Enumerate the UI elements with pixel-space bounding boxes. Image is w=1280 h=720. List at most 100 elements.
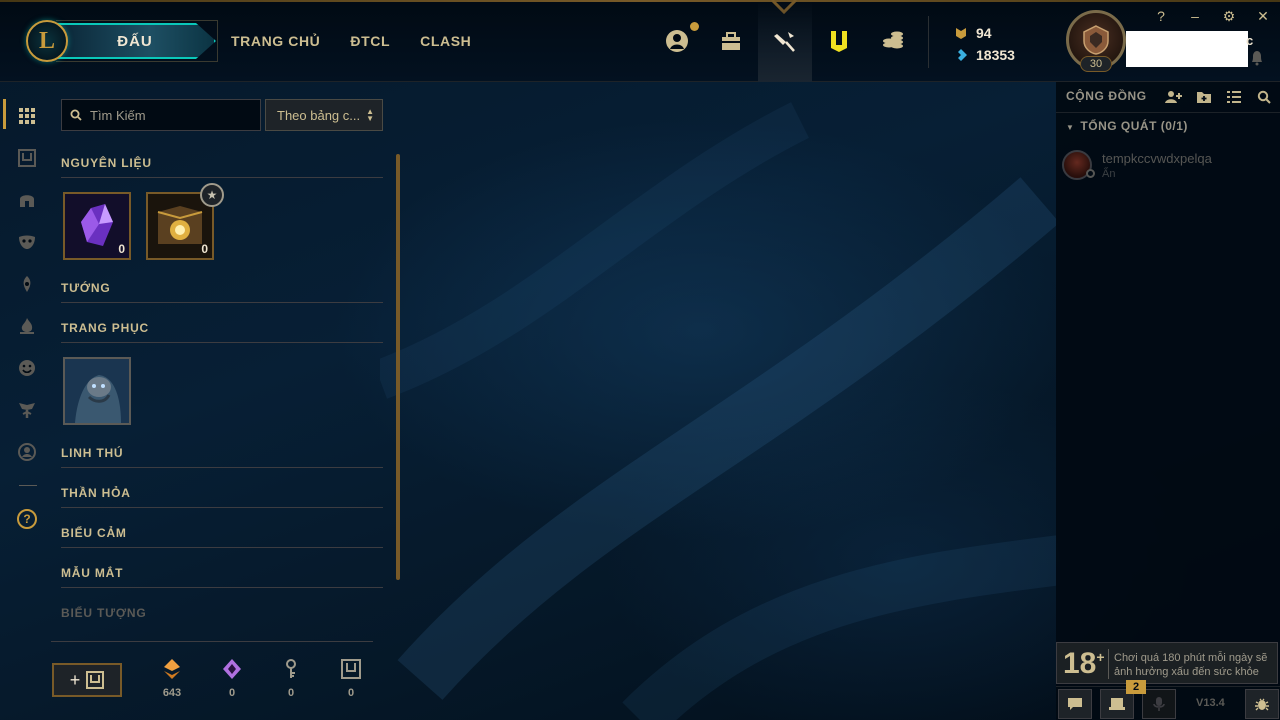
collection-bag-button[interactable] xyxy=(704,0,758,82)
section-materials[interactable]: NGUYÊN LIỆU xyxy=(61,156,383,178)
play-button[interactable]: ĐẤU xyxy=(56,23,216,59)
chest-icon xyxy=(86,671,105,689)
nav-tft[interactable]: ĐTCL xyxy=(350,33,390,49)
chest-icon xyxy=(18,149,36,167)
collapse-triangle-icon: ▼ xyxy=(1066,123,1075,132)
rail-skins[interactable] xyxy=(0,221,54,263)
section-wards[interactable]: THẦN HỎA xyxy=(61,486,383,508)
skin-mask-icon xyxy=(19,235,35,249)
mythic-essence-value: 0 xyxy=(228,687,236,699)
close-button[interactable]: ✕ xyxy=(1252,6,1274,26)
rail-grid[interactable] xyxy=(0,95,54,137)
material-count: 0 xyxy=(118,242,125,256)
microphone-icon xyxy=(1153,697,1165,711)
store-button[interactable] xyxy=(866,0,920,82)
add-folder-button[interactable] xyxy=(1194,88,1214,106)
rp-row: 94 xyxy=(954,22,1015,44)
blue-essence-value: 18353 xyxy=(976,47,1015,63)
profile-nav-button[interactable] xyxy=(650,0,704,82)
chests-value: 0 xyxy=(347,687,355,699)
footer-divider xyxy=(51,641,373,642)
section-chromas[interactable]: MẪU MẮT xyxy=(61,566,383,588)
rp-value: 94 xyxy=(976,25,992,41)
store-coins-icon xyxy=(883,31,903,49)
friend-status-text: Ẩn xyxy=(1102,168,1116,180)
search-icon xyxy=(70,109,82,121)
sort-label: Theo bảng c... xyxy=(277,107,361,123)
loot-hammer-icon xyxy=(774,32,795,52)
sort-dropdown[interactable]: Theo bảng c... ▲ ▼ xyxy=(265,99,383,131)
play-button-group[interactable]: L ĐẤU xyxy=(26,20,218,62)
skin-tile[interactable] xyxy=(63,357,131,425)
voice-button[interactable] xyxy=(1142,689,1176,719)
champion-helmet-icon xyxy=(20,195,34,207)
riot-points-icon xyxy=(956,28,966,39)
section-icons[interactable]: BIỂU TƯỢNG xyxy=(61,606,383,628)
collection-button[interactable] xyxy=(812,0,866,82)
rail-divider xyxy=(19,485,37,486)
top-nav-bar: L ĐẤU TRANG CHỦ ĐTCL CLASH 94 18353 30 c… xyxy=(0,0,1280,82)
rail-emote-flame[interactable] xyxy=(0,305,54,347)
chest-icon xyxy=(341,659,361,679)
mythic-essence-icon xyxy=(223,659,241,679)
collection-category-rail: ? xyxy=(0,95,54,540)
play-button-label: ĐẤU xyxy=(117,32,153,50)
loot-button[interactable] xyxy=(758,0,812,82)
rail-icons[interactable] xyxy=(0,431,54,473)
bell-icon[interactable] xyxy=(1250,50,1264,66)
help-icon: ? xyxy=(17,509,37,529)
add-friend-icon xyxy=(1165,91,1182,103)
rail-champions[interactable] xyxy=(0,179,54,221)
section-champions[interactable]: TƯỚNG xyxy=(61,281,383,303)
missions-count-badge: 2 xyxy=(1126,680,1146,694)
social-panel: CỘNG ĐỒNG ▼ TỔNG QUÁT (0/1) tempkccvwdxp… xyxy=(1056,82,1280,720)
ward-icon xyxy=(23,276,31,292)
add-to-crafting-button[interactable]: + xyxy=(52,663,122,697)
emote-face-icon xyxy=(19,360,35,376)
currency-display[interactable]: 94 18353 xyxy=(954,22,1015,66)
search-icon xyxy=(1257,90,1271,104)
section-pets[interactable]: LINH THÚ xyxy=(61,446,383,468)
friend-group-header[interactable]: ▼ TỔNG QUÁT (0/1) xyxy=(1066,119,1188,133)
search-input[interactable] xyxy=(90,107,250,123)
resource-keys: 0 xyxy=(271,658,311,699)
scrollbar[interactable] xyxy=(396,154,400,580)
rail-chest[interactable] xyxy=(0,137,54,179)
search-box[interactable] xyxy=(61,99,261,131)
social-toolbar xyxy=(1164,88,1274,106)
profile-circle-icon xyxy=(18,443,36,461)
skin-portrait-icon xyxy=(65,359,129,423)
client-version: V13.4 xyxy=(1196,697,1225,709)
settings-button[interactable]: ⚙ xyxy=(1218,6,1240,26)
rail-companions[interactable] xyxy=(0,389,54,431)
list-icon xyxy=(1227,91,1241,103)
social-search-button[interactable] xyxy=(1254,88,1274,106)
emote-flame-icon xyxy=(20,318,34,334)
material-mythic-essence[interactable]: 0 xyxy=(63,192,131,260)
social-header: CỘNG ĐỒNG xyxy=(1066,89,1147,103)
add-folder-icon xyxy=(1197,92,1211,103)
help-button[interactable]: ? xyxy=(1150,6,1172,26)
minimize-button[interactable]: – xyxy=(1184,6,1206,26)
social-bottom-bar xyxy=(1056,686,1280,720)
notification-dot xyxy=(690,22,699,31)
resource-orange-essence: 643 xyxy=(152,658,192,699)
orange-essence-icon xyxy=(164,659,180,679)
friend-item[interactable]: tempkccvwdxpelqa Ẩn xyxy=(1062,150,1274,184)
lol-logo-icon[interactable]: L xyxy=(26,20,68,62)
section-skins[interactable]: TRANG PHỤC xyxy=(61,321,383,343)
nav-clash[interactable]: CLASH xyxy=(420,33,471,49)
craft-plus-label: + xyxy=(69,669,81,690)
warning-text: Chơi quá 180 phút mỗi ngày sẽ ảnh hưởng … xyxy=(1114,652,1268,678)
rail-help[interactable]: ? xyxy=(0,498,54,540)
rail-emotes[interactable] xyxy=(0,347,54,389)
grid-icon xyxy=(19,108,35,124)
list-view-button[interactable] xyxy=(1224,88,1244,106)
chat-button[interactable] xyxy=(1058,689,1092,719)
nav-home[interactable]: TRANG CHỦ xyxy=(231,33,320,49)
section-emotes[interactable]: BIỂU CẢM xyxy=(61,526,383,548)
rail-wards[interactable] xyxy=(0,263,54,305)
add-friend-button[interactable] xyxy=(1164,88,1184,106)
bug-report-button[interactable] xyxy=(1245,689,1279,719)
missions-scroll-icon xyxy=(1109,698,1125,710)
